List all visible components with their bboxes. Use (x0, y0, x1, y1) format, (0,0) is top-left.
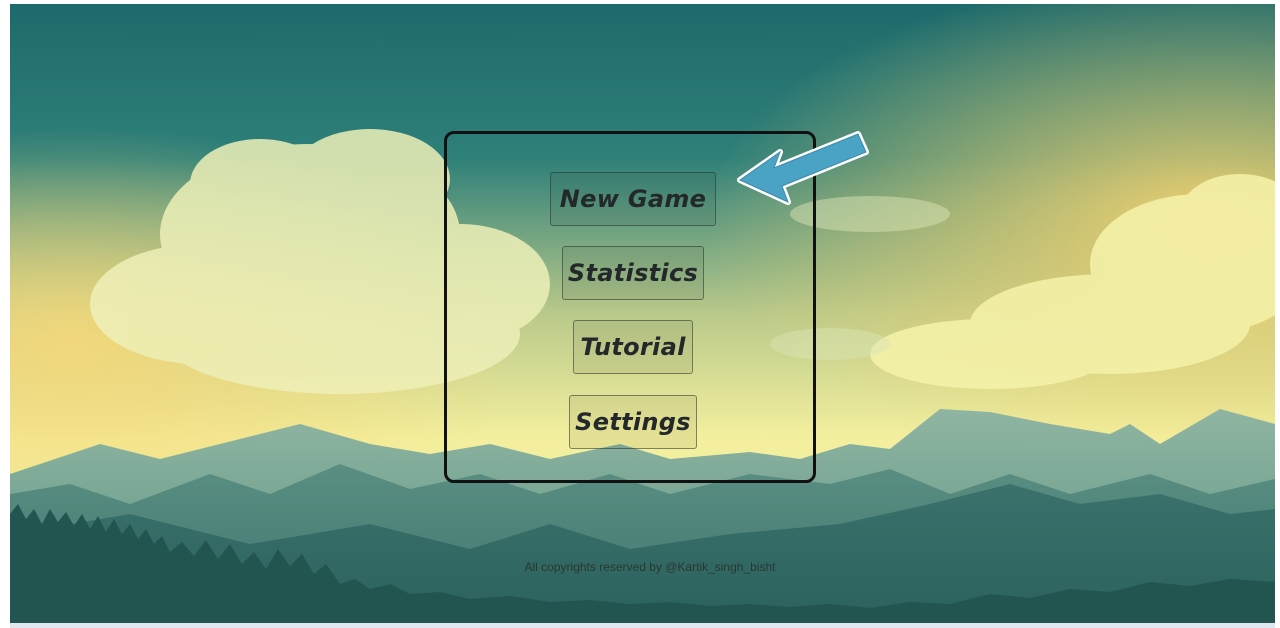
tutorial-button[interactable]: Tutorial (573, 320, 693, 374)
settings-button[interactable]: Settings (569, 395, 697, 449)
arrow-pointer-icon (737, 131, 869, 205)
copyright-text: All copyrights reserved by @Kartik_singh… (524, 560, 776, 574)
bottom-strip (10, 623, 1275, 628)
new-game-button[interactable]: New Game (550, 172, 716, 226)
statistics-button[interactable]: Statistics (562, 246, 704, 300)
